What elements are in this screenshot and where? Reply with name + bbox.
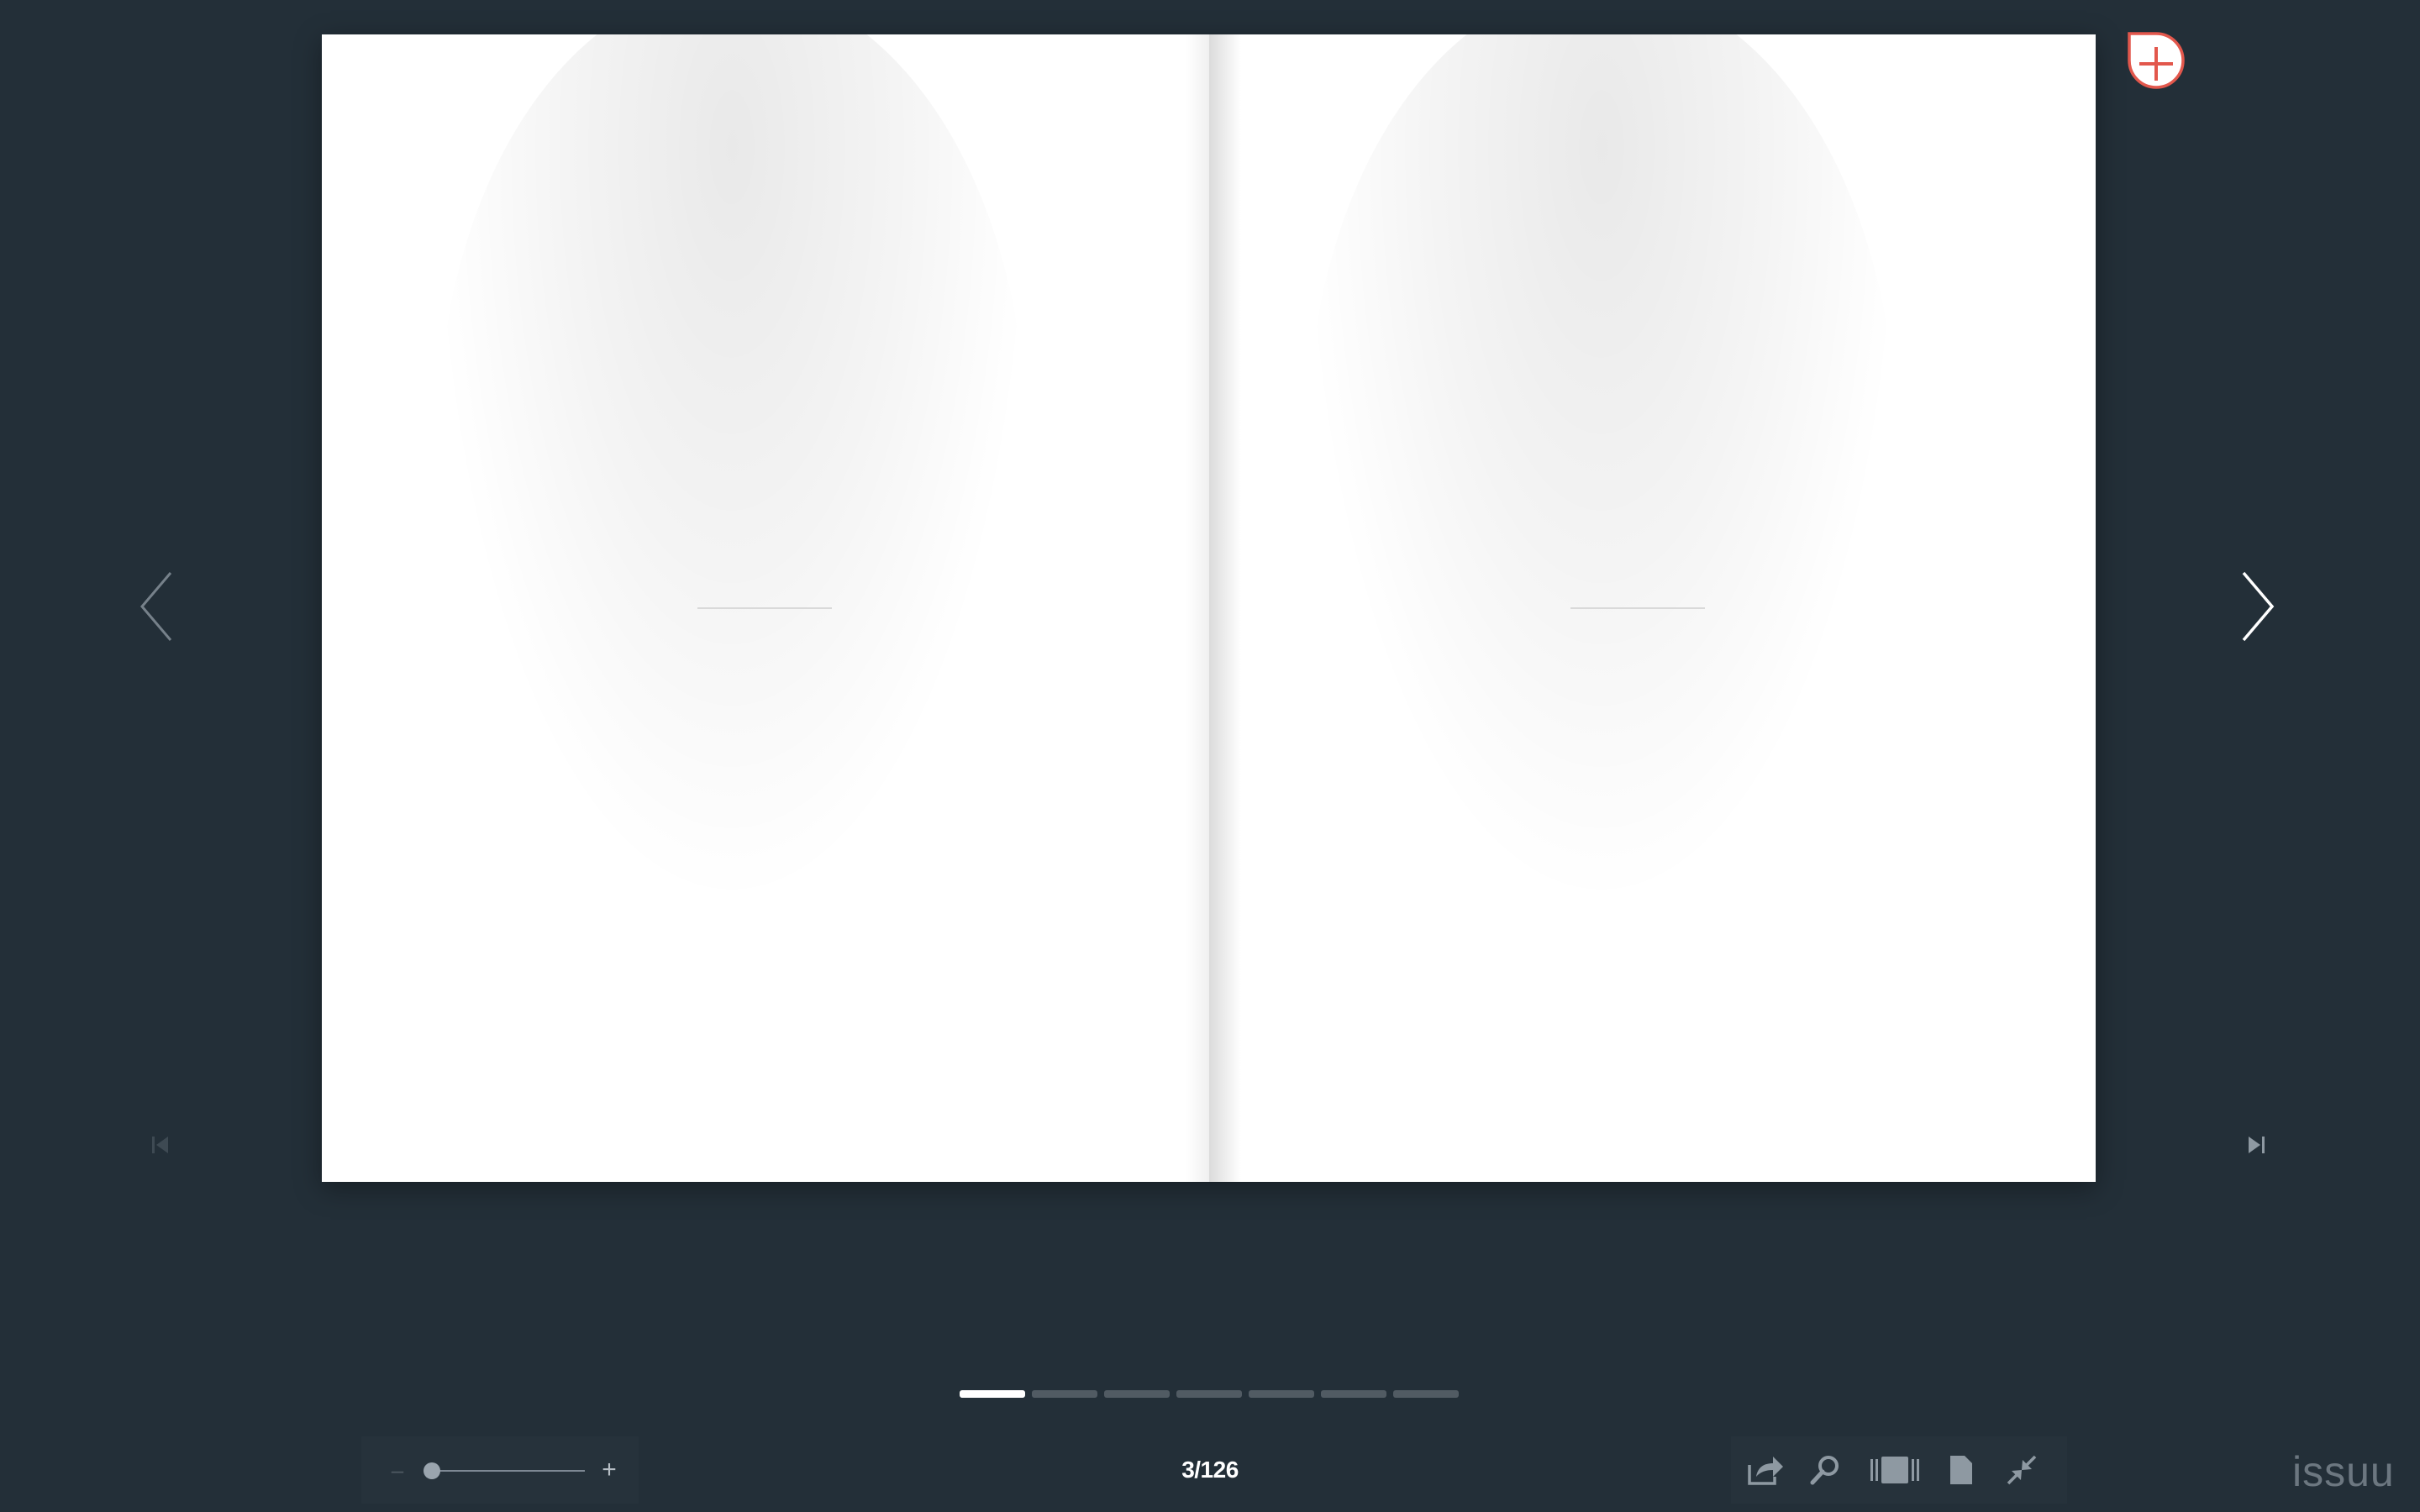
zoom-slider-track[interactable] xyxy=(434,1470,585,1472)
search-button[interactable] xyxy=(1808,1453,1842,1487)
page-counter: 3/126 xyxy=(1181,1457,1239,1483)
issuu-reader: – + 3/126 issuu xyxy=(0,0,2420,1512)
page-progress-segment[interactable] xyxy=(1104,1390,1170,1398)
add-to-stack-button[interactable] xyxy=(2126,30,2186,91)
page-loading-indicator xyxy=(697,607,832,609)
skip-to-last-icon xyxy=(2249,1137,2265,1153)
previous-page-button[interactable] xyxy=(137,570,177,643)
exit-fullscreen-icon xyxy=(2007,1455,2037,1485)
next-page-button[interactable] xyxy=(2237,570,2277,643)
zoom-out-button[interactable]: – xyxy=(385,1455,410,1485)
skip-to-first-icon xyxy=(152,1137,168,1153)
page-loading-shadow xyxy=(437,34,1026,891)
search-icon xyxy=(1810,1456,1839,1485)
thumbnails-button[interactable] xyxy=(1869,1453,1921,1487)
zoom-in-button[interactable]: + xyxy=(597,1455,622,1485)
chevron-left-icon xyxy=(140,572,172,641)
last-page-button[interactable] xyxy=(2245,1134,2267,1156)
zoom-control: – + xyxy=(361,1436,639,1504)
zoom-slider-handle[interactable] xyxy=(424,1462,440,1479)
single-page-view-button[interactable] xyxy=(1948,1453,1975,1487)
left-page[interactable] xyxy=(322,34,1209,1182)
first-page-button[interactable] xyxy=(150,1134,171,1156)
page-progress-segment[interactable] xyxy=(1249,1390,1314,1398)
page-loading-indicator xyxy=(1570,607,1705,609)
right-page[interactable] xyxy=(1208,34,2096,1182)
share-icon xyxy=(1748,1457,1783,1485)
page-progress-segment[interactable] xyxy=(960,1390,1025,1398)
page-loading-shadow xyxy=(1307,34,1897,891)
share-button[interactable] xyxy=(1746,1453,1785,1487)
single-page-icon xyxy=(1950,1456,1972,1484)
reader-tools xyxy=(1731,1436,2067,1504)
chevron-right-icon xyxy=(2242,571,2275,642)
add-to-stack-icon xyxy=(2128,32,2185,89)
page-progress-segment[interactable] xyxy=(1321,1390,1386,1398)
page-progress-segment[interactable] xyxy=(1393,1390,1459,1398)
thumbnails-icon xyxy=(1870,1457,1919,1483)
bottom-toolbar: – + 3/126 xyxy=(0,1436,2420,1512)
issuu-logo[interactable]: issuu xyxy=(2292,1446,2395,1497)
page-spread[interactable] xyxy=(322,34,2096,1182)
page-progress-segment[interactable] xyxy=(1176,1390,1242,1398)
page-progress-segment[interactable] xyxy=(1032,1390,1097,1398)
exit-fullscreen-button[interactable] xyxy=(2005,1453,2039,1487)
page-progress-indicator xyxy=(960,1390,1459,1398)
